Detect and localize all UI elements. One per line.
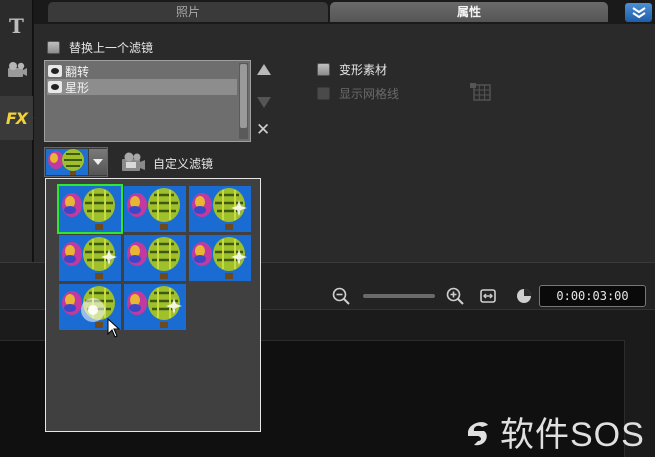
eye-icon xyxy=(48,65,62,77)
tab-attributes[interactable]: 属性 xyxy=(330,2,608,22)
logo-icon xyxy=(468,421,488,445)
preset-thumbnail[interactable] xyxy=(124,186,186,232)
triangle-up-icon[interactable] xyxy=(257,64,271,75)
morph-clip-checkbox[interactable] xyxy=(317,63,330,76)
morph-clip-label: 变形素材 xyxy=(339,63,388,77)
list-item[interactable]: 翻转 xyxy=(47,63,237,79)
close-icon[interactable]: ✕ xyxy=(256,121,270,139)
clock-icon xyxy=(517,289,531,303)
zoom-slider[interactable] xyxy=(363,294,435,298)
preset-thumbnail[interactable] xyxy=(124,284,186,330)
watermark-text: 软件SOS xyxy=(500,416,645,454)
zoom-in-icon[interactable] xyxy=(446,287,464,305)
preset-thumbnail[interactable] xyxy=(189,186,251,232)
custom-filter-label[interactable]: 自定义滤镜 xyxy=(153,155,213,172)
custom-filter-icon[interactable] xyxy=(120,151,146,173)
chevron-double-down-icon xyxy=(631,6,646,18)
preset-thumbnail[interactable] xyxy=(189,235,251,281)
eye-icon xyxy=(48,81,62,93)
chevron-down-icon xyxy=(93,159,103,165)
preset-thumbnail[interactable] xyxy=(57,184,123,234)
filter-preset-picker[interactable] xyxy=(44,147,108,177)
list-scrollbar[interactable] xyxy=(239,63,248,139)
fit-to-window-icon[interactable] xyxy=(479,287,497,305)
list-item[interactable]: 星形 xyxy=(47,79,237,95)
preset-thumbnail xyxy=(46,149,88,175)
preset-thumbnail[interactable] xyxy=(59,235,121,281)
fx-tool-icon[interactable]: FX xyxy=(0,96,33,140)
filter-preset-popup xyxy=(45,178,261,432)
applied-filter-list[interactable]: 翻转 星形 xyxy=(44,60,251,142)
tab-strip: 照片 属性 xyxy=(34,0,655,24)
watermark: 软件SOS xyxy=(460,407,645,456)
replace-previous-filter-checkbox[interactable] xyxy=(47,41,60,54)
mouse-cursor-icon xyxy=(107,318,121,338)
replace-previous-filter-label: 替换上一个滤镜 xyxy=(69,41,154,55)
text-tool-icon[interactable]: T xyxy=(0,4,33,48)
scrollbar-thumb[interactable] xyxy=(240,64,247,128)
triangle-down-icon[interactable] xyxy=(257,97,271,108)
film-reel-icon[interactable] xyxy=(0,48,33,92)
timecode-field[interactable]: 0:00:03:00 xyxy=(539,285,646,307)
collapse-button[interactable] xyxy=(625,3,652,22)
show-grid-lines-label: 显示网格线 xyxy=(339,87,400,101)
left-toolbar: T FX xyxy=(0,0,33,262)
preset-thumbnail[interactable] xyxy=(124,235,186,281)
zoom-out-icon[interactable] xyxy=(332,287,350,305)
tab-photo[interactable]: 照片 xyxy=(48,2,328,22)
show-grid-lines-checkbox[interactable] xyxy=(317,87,330,100)
dropdown-button[interactable] xyxy=(89,149,107,175)
grid-icon[interactable] xyxy=(469,82,493,102)
